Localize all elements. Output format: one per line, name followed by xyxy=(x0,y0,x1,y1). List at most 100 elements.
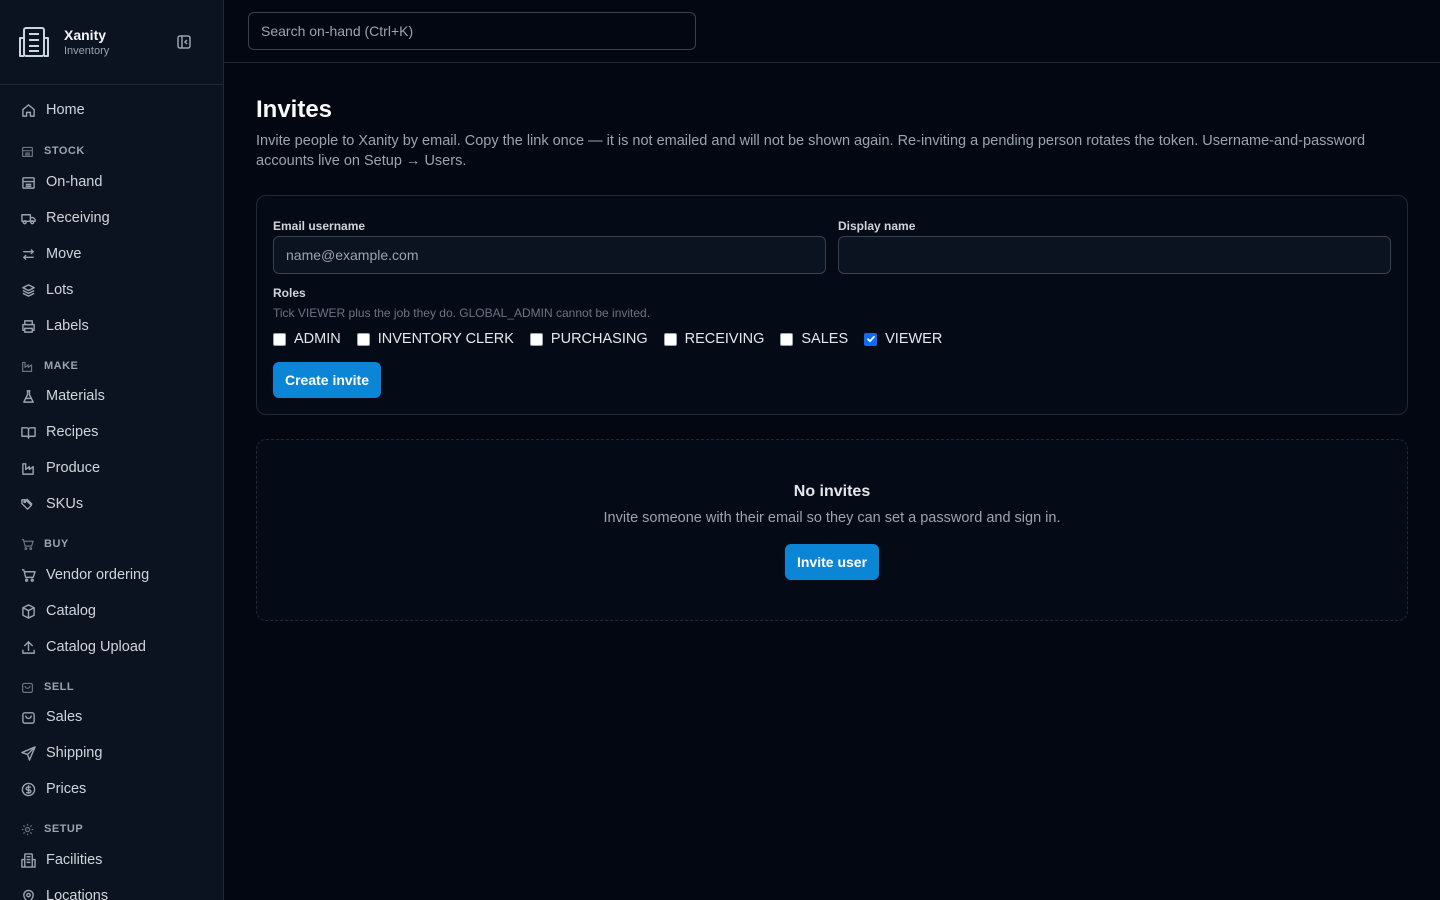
sidebar-item-label: Lots xyxy=(46,282,74,298)
empty-state-title: No invites xyxy=(793,483,871,500)
book-open-icon xyxy=(20,424,36,440)
dollar-circle-icon xyxy=(20,781,36,797)
gear-icon xyxy=(20,822,34,836)
sidebar-item-label: Produce xyxy=(46,460,101,476)
tags-icon xyxy=(20,496,36,512)
sidebar-item-shipping[interactable]: Shipping xyxy=(0,737,223,769)
shopping-bag-icon xyxy=(20,680,34,694)
sidebar-item-label: Locations xyxy=(46,888,109,900)
sidebar-item-label: Materials xyxy=(46,388,105,404)
role-label: ADMIN xyxy=(294,331,341,347)
map-pin-icon xyxy=(20,888,36,900)
sidebar-item-recipes[interactable]: Recipes xyxy=(0,416,223,448)
email-label: Email username xyxy=(273,219,366,233)
create-invite-button[interactable]: Create invite xyxy=(273,362,381,398)
sidebar-item-labels[interactable]: Labels xyxy=(0,310,223,342)
shopping-bag-icon xyxy=(20,709,36,725)
sidebar-item-move[interactable]: Move xyxy=(0,238,223,270)
brand-name: Xanity xyxy=(64,26,107,43)
sidebar-item-label: Prices xyxy=(46,781,87,797)
section-make: MAKE xyxy=(0,356,223,376)
role-checkbox[interactable] xyxy=(780,332,794,346)
email-field[interactable] xyxy=(273,236,826,274)
sidebar-item-catalog-upload[interactable]: Catalog Upload xyxy=(0,631,223,663)
role-checkbox[interactable] xyxy=(356,332,370,346)
package-icon xyxy=(20,603,36,619)
upload-icon xyxy=(20,639,36,655)
role-checkbox[interactable] xyxy=(529,332,543,346)
sidebar: Xanity Inventory Home STOCK On-hand Rece… xyxy=(0,0,224,900)
role-option[interactable]: RECEIVING xyxy=(663,331,765,347)
sidebar-item-label: Catalog xyxy=(46,603,96,619)
empty-state: No invites Invite someone with their ema… xyxy=(256,439,1408,621)
role-option[interactable]: ADMIN xyxy=(273,331,341,347)
sidebar-item-sales[interactable]: Sales xyxy=(0,701,223,733)
role-option[interactable]: VIEWER xyxy=(864,331,942,347)
sidebar-item-receiving[interactable]: Receiving xyxy=(0,202,223,234)
role-label: VIEWER xyxy=(885,331,943,347)
role-option[interactable]: PURCHASING xyxy=(529,331,648,347)
section-setup: SETUP xyxy=(0,819,223,839)
sidebar-item-label: SKUs xyxy=(46,496,84,512)
page-description: Invite people to Xanity by email. Copy t… xyxy=(256,133,1366,169)
factory-icon xyxy=(20,359,34,373)
sidebar-item-label: Shipping xyxy=(46,745,103,761)
sidebar-item-produce[interactable]: Produce xyxy=(0,452,223,484)
brand-header: Xanity Inventory xyxy=(0,0,223,85)
building-logo-icon xyxy=(16,24,52,60)
section-stock: STOCK xyxy=(0,141,223,161)
section-label: SELL xyxy=(44,681,75,693)
empty-state-description: Invite someone with their email so they … xyxy=(603,510,1061,526)
home-icon xyxy=(20,102,36,118)
sidebar-item-prices[interactable]: Prices xyxy=(0,773,223,805)
sidebar-item-label: Recipes xyxy=(46,424,99,440)
role-checkbox[interactable] xyxy=(864,332,878,346)
sidebar-item-home[interactable]: Home xyxy=(0,94,223,126)
sidebar-item-catalog[interactable]: Catalog xyxy=(0,595,223,627)
sidebar-item-label: Sales xyxy=(46,709,83,725)
sidebar-item-label: Labels xyxy=(46,318,89,334)
invite-form-card: Email username Display name Roles Tick V… xyxy=(256,195,1408,415)
display-name-label: Display name xyxy=(838,219,916,233)
cart-icon xyxy=(20,537,34,551)
sidebar-item-label: Home xyxy=(46,102,85,118)
sidebar-item-materials[interactable]: Materials xyxy=(0,380,223,412)
printer-icon xyxy=(20,318,36,334)
roles-hint: Tick VIEWER plus the job they do. GLOBAL… xyxy=(273,306,651,320)
sidebar-item-label: Vendor ordering xyxy=(46,567,150,583)
layers-icon xyxy=(20,282,36,298)
sidebar-item-facilities[interactable]: Facilities xyxy=(0,844,223,876)
role-checkbox[interactable] xyxy=(273,332,286,346)
sidebar-item-label: Catalog Upload xyxy=(46,639,146,655)
sidebar-item-skus[interactable]: SKUs xyxy=(0,488,223,520)
sidebar-item-label: Facilities xyxy=(46,852,103,868)
sidebar-item-label: Receiving xyxy=(46,210,110,226)
sidebar-item-vendor-ordering[interactable]: Vendor ordering xyxy=(0,559,223,591)
role-label: SALES xyxy=(801,331,849,347)
top-bar xyxy=(224,0,1440,63)
sidebar-item-locations[interactable]: Locations xyxy=(0,880,223,900)
search-input[interactable] xyxy=(248,12,696,50)
section-sell: SELL xyxy=(0,677,223,697)
sidebar-item-on-hand[interactable]: On-hand xyxy=(0,166,223,198)
sidebar-item-label: On-hand xyxy=(46,174,103,190)
display-name-field[interactable] xyxy=(838,236,1391,274)
cart-icon xyxy=(20,567,36,583)
section-label: STOCK xyxy=(44,145,85,157)
send-icon xyxy=(20,745,36,761)
role-option[interactable]: INVENTORY CLERK xyxy=(356,331,514,347)
brand-subtitle: Inventory xyxy=(64,44,110,57)
truck-icon xyxy=(20,210,36,226)
role-option[interactable]: SALES xyxy=(780,331,848,347)
collapse-sidebar-icon[interactable] xyxy=(176,34,194,52)
page-title: Invites xyxy=(256,96,333,123)
warehouse-icon xyxy=(20,144,34,158)
role-checkbox[interactable] xyxy=(663,332,677,346)
sidebar-item-label: Move xyxy=(46,246,82,262)
roles-label: Roles xyxy=(273,286,306,300)
invite-user-button[interactable]: Invite user xyxy=(785,544,879,580)
factory-icon xyxy=(20,460,36,476)
roles-group: ADMIN INVENTORY CLERK PURCHASING RECEIVING S… xyxy=(273,331,958,347)
sidebar-item-lots[interactable]: Lots xyxy=(0,274,223,306)
role-label: RECEIVING xyxy=(684,331,765,347)
